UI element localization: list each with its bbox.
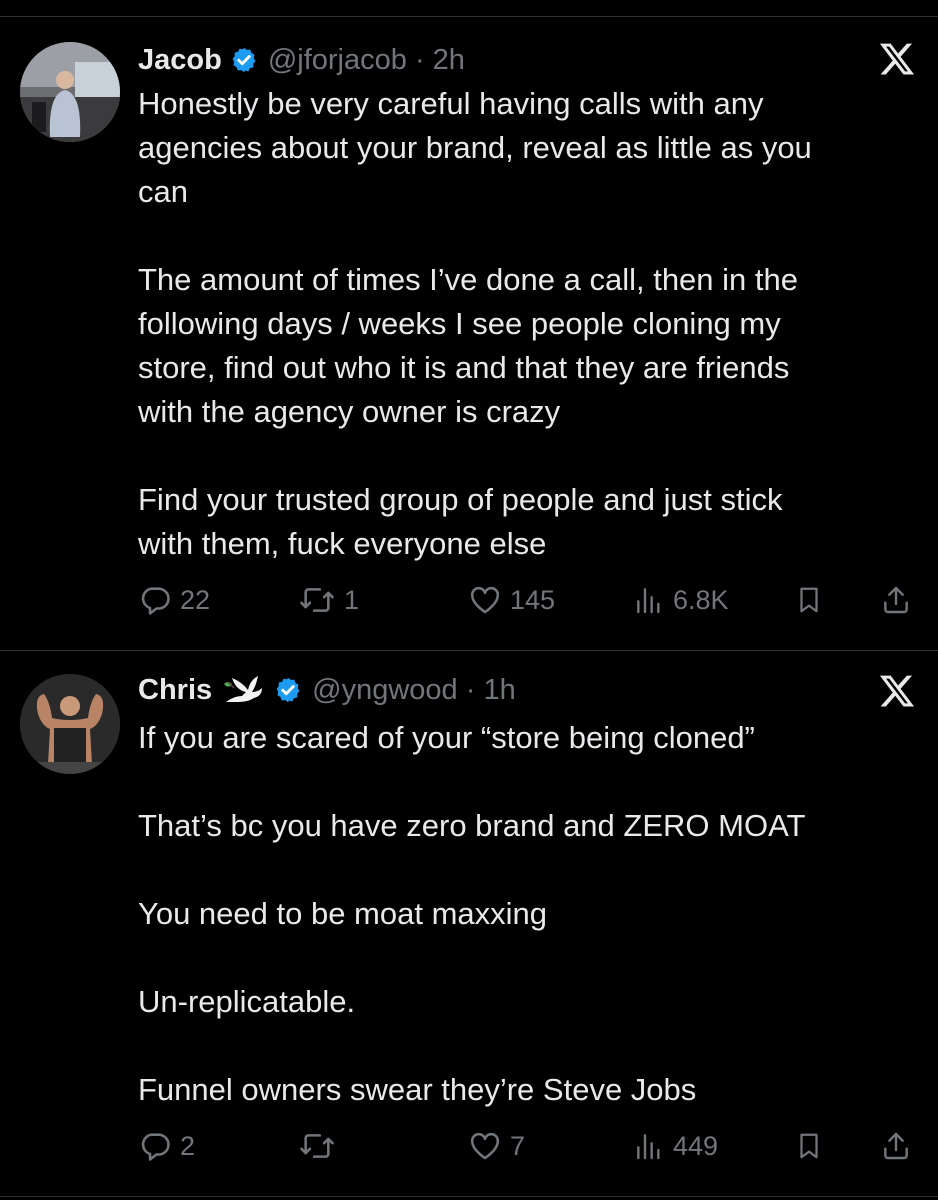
like-button[interactable]: 7 bbox=[468, 1124, 525, 1168]
x-logo-icon bbox=[878, 672, 916, 710]
views-button[interactable]: 6.8K bbox=[633, 578, 729, 622]
reply-icon bbox=[141, 1133, 170, 1161]
bookmark-icon bbox=[800, 1133, 818, 1159]
user-handle[interactable]: @yngwood bbox=[312, 674, 458, 707]
views-icon bbox=[637, 1134, 660, 1160]
tweet-line: Find your trusted group of people and ju… bbox=[138, 482, 783, 517]
tweet-line: with them, fuck everyone else bbox=[138, 526, 547, 561]
tweet-line: store, find out who it is and that they … bbox=[138, 350, 790, 385]
views-button[interactable]: 449 bbox=[633, 1124, 718, 1168]
reply-button[interactable]: 2 bbox=[138, 1124, 195, 1168]
bookmark-icon bbox=[800, 587, 818, 613]
user-handle[interactable]: @jforjacob bbox=[268, 44, 407, 77]
tweet-line: You need to be moat maxxing bbox=[138, 896, 548, 931]
bottom-divider bbox=[0, 1196, 938, 1197]
heart-icon bbox=[470, 586, 500, 614]
display-name[interactable]: Jacob bbox=[138, 44, 222, 77]
share-icon bbox=[884, 1132, 908, 1160]
bookmark-button[interactable] bbox=[794, 1124, 824, 1168]
view-count: 449 bbox=[673, 1130, 719, 1161]
share-icon bbox=[884, 586, 908, 614]
reply-count: 22 bbox=[180, 584, 211, 615]
top-divider bbox=[0, 16, 938, 17]
display-name[interactable]: Chris bbox=[138, 674, 212, 707]
avatar[interactable] bbox=[20, 674, 120, 774]
verified-badge-icon bbox=[230, 46, 258, 74]
like-count: 7 bbox=[510, 1130, 526, 1161]
repost-button[interactable]: 1 bbox=[298, 578, 359, 622]
tweet-line: Honestly be very careful having calls wi… bbox=[138, 86, 764, 121]
tweet-line: That’s bc you have zero brand and ZERO M… bbox=[138, 808, 806, 843]
reply-icon bbox=[141, 587, 170, 615]
tweet-line: following days / weeks I see people clon… bbox=[138, 306, 781, 341]
tweet-line: can bbox=[138, 174, 188, 209]
tweet-text: If you are scared of your “store being c… bbox=[138, 716, 898, 1112]
action-bar: 22 1 145 6.8K bbox=[138, 578, 918, 622]
tweet-text: Honestly be very careful having calls wi… bbox=[138, 82, 898, 566]
timestamp-text: · 2h bbox=[414, 43, 465, 76]
timestamp[interactable]: · 1h bbox=[458, 674, 516, 707]
verified-badge-icon bbox=[274, 676, 302, 704]
reply-count: 2 bbox=[180, 1130, 196, 1161]
tweet-line: agencies about your brand, reveal as lit… bbox=[138, 130, 812, 165]
tweet-header: Jacob @jforjacob · 2h bbox=[138, 40, 465, 80]
like-button[interactable]: 145 bbox=[468, 578, 555, 622]
views-icon bbox=[637, 588, 660, 614]
bookmark-button[interactable] bbox=[794, 578, 824, 622]
tweet-line: The amount of times I’ve done a call, th… bbox=[138, 262, 798, 297]
repost-count: 1 bbox=[344, 584, 360, 615]
heart-icon bbox=[470, 1132, 500, 1160]
repost-icon bbox=[300, 1134, 334, 1158]
timestamp-text: · 1h bbox=[465, 673, 516, 706]
tweet-line: Un-replicatable. bbox=[138, 984, 356, 1019]
timestamp[interactable]: · 2h bbox=[407, 44, 465, 77]
repost-button[interactable] bbox=[298, 1124, 344, 1168]
tweet-line: with the agency owner is crazy bbox=[138, 394, 561, 429]
dove-emoji-icon bbox=[222, 672, 266, 708]
view-count: 6.8K bbox=[673, 584, 729, 615]
tweet-divider bbox=[0, 650, 938, 651]
action-bar: 2 7 449 bbox=[138, 1124, 918, 1168]
reply-button[interactable]: 22 bbox=[138, 578, 210, 622]
share-button[interactable] bbox=[880, 1124, 912, 1168]
tweet-line: Funnel owners swear they’re Steve Jobs bbox=[138, 1072, 697, 1107]
share-button[interactable] bbox=[880, 578, 912, 622]
tweet-line: If you are scared of your “store being c… bbox=[138, 720, 755, 755]
x-logo-icon bbox=[878, 40, 916, 78]
like-count: 145 bbox=[510, 584, 556, 615]
avatar[interactable] bbox=[20, 42, 120, 142]
tweet-header: Chris @yngwood · 1h bbox=[138, 670, 516, 710]
repost-icon bbox=[300, 588, 334, 612]
